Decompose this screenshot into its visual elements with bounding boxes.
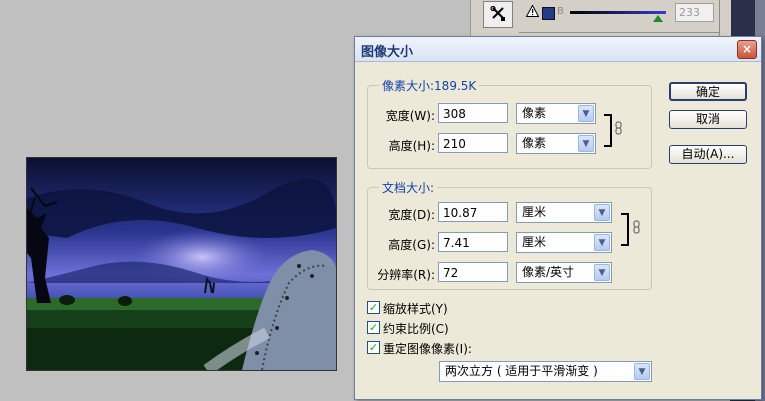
resolution-unit-select[interactable]: 像素/英寸 ▼ xyxy=(516,262,612,283)
ok-button[interactable]: 确定 xyxy=(669,82,747,101)
channel-slider[interactable] xyxy=(570,11,666,14)
document-image xyxy=(26,157,337,371)
doc-width-label: 宽度(D): xyxy=(388,208,435,222)
pixel-height-unit-value: 像素 xyxy=(522,136,547,150)
pixel-width-label: 宽度(W): xyxy=(385,109,435,123)
slider-thumb[interactable] xyxy=(652,15,663,22)
resample-method-select[interactable]: 两次立方 ( 适用于平滑渐变 ) ▼ xyxy=(439,361,652,382)
doc-height-label: 高度(G): xyxy=(388,238,435,252)
dialog-titlebar[interactable] xyxy=(355,37,761,62)
tools-icon xyxy=(490,5,505,21)
document-size-legend: 文档大小: xyxy=(379,179,438,196)
channel-label: B xyxy=(557,6,564,17)
dialog-title: 图像大小 xyxy=(361,45,414,60)
chevron-down-icon[interactable]: ▼ xyxy=(578,105,594,122)
pixel-link-bracket xyxy=(604,114,612,147)
wrench-icon[interactable] xyxy=(483,1,513,28)
constrain-proportions-label[interactable]: 约束比例(C) xyxy=(383,320,449,337)
link-chain-icon xyxy=(633,220,640,237)
chevron-down-icon[interactable]: ▼ xyxy=(594,204,610,221)
pixel-height-field[interactable]: 210 xyxy=(438,133,508,153)
constrain-proportions-checkbox[interactable]: ✓ xyxy=(367,321,380,334)
close-icon[interactable]: × xyxy=(737,40,757,59)
auto-button[interactable]: 自动(A)... xyxy=(669,145,747,164)
pixel-height-unit-select[interactable]: 像素 ▼ xyxy=(516,133,596,154)
doc-height-unit-value: 厘米 xyxy=(522,235,547,249)
panel-edge xyxy=(719,0,720,36)
chevron-down-icon[interactable]: ▼ xyxy=(634,363,650,380)
chevron-down-icon[interactable]: ▼ xyxy=(594,264,610,281)
resample-image-label[interactable]: 重定图像像素(I): xyxy=(383,340,472,357)
pixel-dimensions-legend: 像素大小:189.5K xyxy=(379,77,480,94)
image-size-dialog: 图像大小 × 像素大小:189.5K 宽度(W): 308 像素 ▼ 高度(H)… xyxy=(354,36,762,400)
doc-width-unit-select[interactable]: 厘米 ▼ xyxy=(516,202,612,223)
doc-width-unit-value: 厘米 xyxy=(522,205,547,219)
pixel-width-unit-select[interactable]: 像素 ▼ xyxy=(516,103,596,124)
link-chain-icon xyxy=(615,121,622,138)
resample-image-checkbox[interactable]: ✓ xyxy=(367,341,380,354)
resample-method-value: 两次立方 ( 适用于平滑渐变 ) xyxy=(445,364,598,378)
scale-styles-label[interactable]: 缩放样式(Y) xyxy=(383,300,448,317)
color-swatch[interactable] xyxy=(542,7,555,20)
doc-height-unit-select[interactable]: 厘米 ▼ xyxy=(516,232,612,253)
resolution-field[interactable]: 72 xyxy=(438,262,508,282)
pixel-height-label: 高度(H): xyxy=(388,139,435,153)
scale-styles-checkbox[interactable]: ✓ xyxy=(367,301,380,314)
resolution-unit-value: 像素/英寸 xyxy=(522,265,575,279)
channel-value-field[interactable]: 233 xyxy=(675,3,714,22)
doc-link-bracket xyxy=(621,213,629,246)
cancel-button[interactable]: 取消 xyxy=(669,110,747,129)
resolution-label: 分辨率(R): xyxy=(377,268,435,282)
pixel-width-unit-value: 像素 xyxy=(522,106,547,120)
pixel-width-field[interactable]: 308 xyxy=(438,103,508,123)
chevron-down-icon[interactable]: ▼ xyxy=(578,135,594,152)
warning-icon xyxy=(525,4,540,20)
photo-art xyxy=(27,158,336,370)
panel-divider xyxy=(519,32,719,33)
doc-width-field[interactable]: 10.87 xyxy=(438,202,508,222)
chevron-down-icon[interactable]: ▼ xyxy=(594,234,610,251)
doc-height-field[interactable]: 7.41 xyxy=(438,232,508,252)
